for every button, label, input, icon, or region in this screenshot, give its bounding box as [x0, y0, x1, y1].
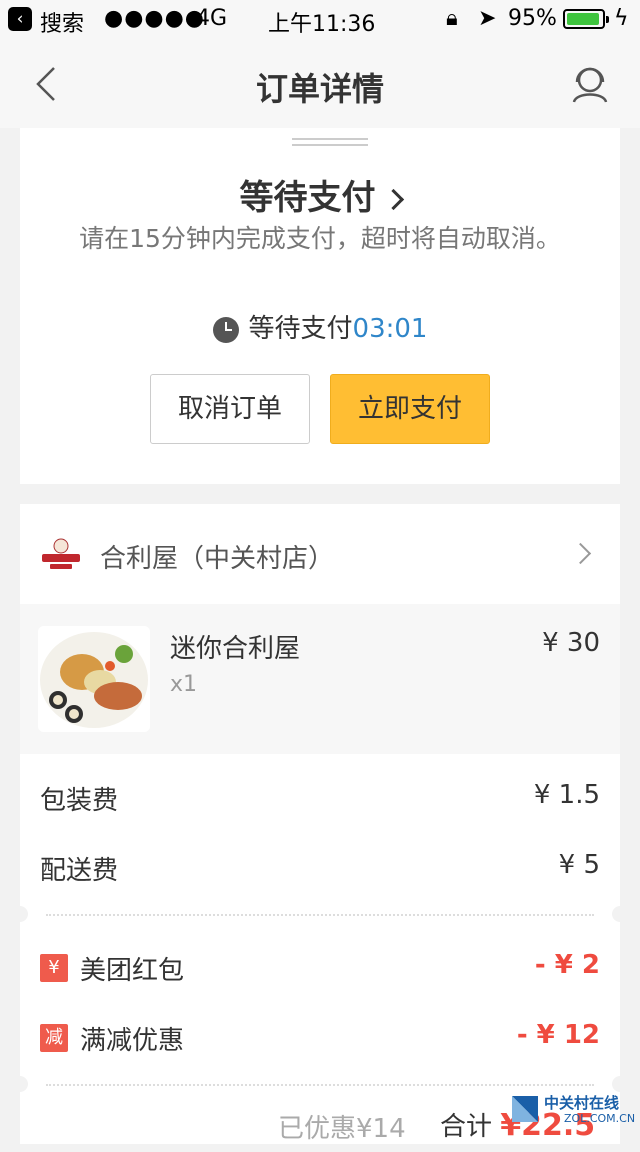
payment-notice: 请在15分钟内完成支付，超时将自动取消。: [79, 224, 561, 253]
payment-timer: 等待支付03:01: [20, 308, 620, 345]
divider: [46, 1084, 594, 1086]
watermark: 中关村在线 ZOL.COM.CN: [504, 1090, 640, 1136]
item-price: ¥ 30: [542, 628, 600, 658]
clock-icon: [212, 316, 239, 343]
battery-icon: [563, 9, 609, 29]
order-status-text: 等待支付: [239, 178, 376, 218]
hongbao-badge-icon: ¥: [40, 954, 68, 982]
discount-label: 美团红包: [80, 956, 185, 986]
delivery-fee-row: 配送费 ¥ 5: [20, 840, 620, 900]
discount-row-hongbao: ¥ 美团红包 - ¥ 2: [20, 940, 620, 1000]
divider-notch: [12, 906, 28, 922]
battery-fill: [567, 13, 600, 25]
reduction-badge-icon: 减: [40, 1024, 68, 1052]
charging-icon: ϟ: [614, 6, 629, 31]
cancel-order-button[interactable]: 取消订单: [150, 374, 310, 444]
shop-name: 合利屋（中关村店）: [100, 544, 335, 574]
divider-notch: [12, 1076, 28, 1092]
discount-value: - ¥ 2: [534, 950, 600, 980]
order-status-card: 等待支付 请在15分钟内完成支付，超时将自动取消。 等待支付03:01 取消订单…: [20, 128, 620, 484]
back-to-app-icon[interactable]: ‹: [8, 7, 32, 31]
divider-notch: [612, 906, 628, 922]
battery-percent: 95%: [508, 6, 557, 31]
item-quantity: x1: [170, 672, 198, 697]
shop-row[interactable]: 合利屋（中关村店）: [20, 504, 620, 604]
fee-value: ¥ 5: [558, 850, 600, 880]
zol-logo-icon: [512, 1096, 538, 1122]
discount-row-full-reduction: 减 满减优惠 - ¥ 12: [20, 1010, 620, 1070]
timer-label: 等待支付: [248, 314, 353, 344]
fee-label: 配送费: [40, 856, 119, 886]
order-item: 迷你合利屋 x1 ¥ 30: [20, 604, 620, 754]
order-detail-card: 合利屋（中关村店） 迷你合利屋 x1 ¥ 30 包装费 ¥ 1.5 配送费 ¥ …: [12, 504, 628, 1144]
item-name: 迷你合利屋: [170, 634, 301, 664]
food-image: [38, 626, 150, 732]
orientation-lock-icon: 🔒︎: [446, 6, 458, 31]
status-bar: ‹ 搜索 ●●●●● 4G 上午11:36 🔒︎ ➤ 95% ϟ: [0, 0, 640, 40]
watermark-subtext: ZOL.COM.CN: [564, 1112, 636, 1125]
nav-bar: 订单详情: [0, 40, 640, 128]
page-title: 订单详情: [255, 70, 384, 108]
order-status-title[interactable]: 等待支付: [20, 170, 620, 219]
watermark-text: 中关村在线: [544, 1094, 620, 1112]
discount-label: 满减优惠: [80, 1026, 185, 1056]
shop-logo: [42, 538, 80, 569]
drag-handle[interactable]: [292, 138, 368, 146]
timer-value: 03:01: [352, 314, 428, 344]
packaging-fee-row: 包装费 ¥ 1.5: [20, 770, 620, 830]
total-label: 合计: [440, 1112, 493, 1142]
fee-label: 包装费: [40, 786, 119, 816]
location-icon: ➤: [478, 6, 497, 31]
saved-amount: 已优惠¥14: [278, 1114, 406, 1144]
clock: 上午11:36: [268, 12, 376, 37]
chevron-right-icon: [382, 188, 404, 211]
pay-now-button[interactable]: 立即支付: [330, 374, 490, 444]
customer-service-icon[interactable]: [568, 62, 612, 106]
network-label: 4G: [196, 6, 228, 31]
fee-value: ¥ 1.5: [533, 780, 600, 810]
chevron-right-icon: [569, 542, 592, 565]
discount-value: - ¥ 12: [516, 1020, 600, 1050]
divider: [46, 914, 594, 916]
signal-icon: ●●●●●: [104, 6, 205, 31]
back-app-label[interactable]: 搜索: [40, 6, 84, 38]
